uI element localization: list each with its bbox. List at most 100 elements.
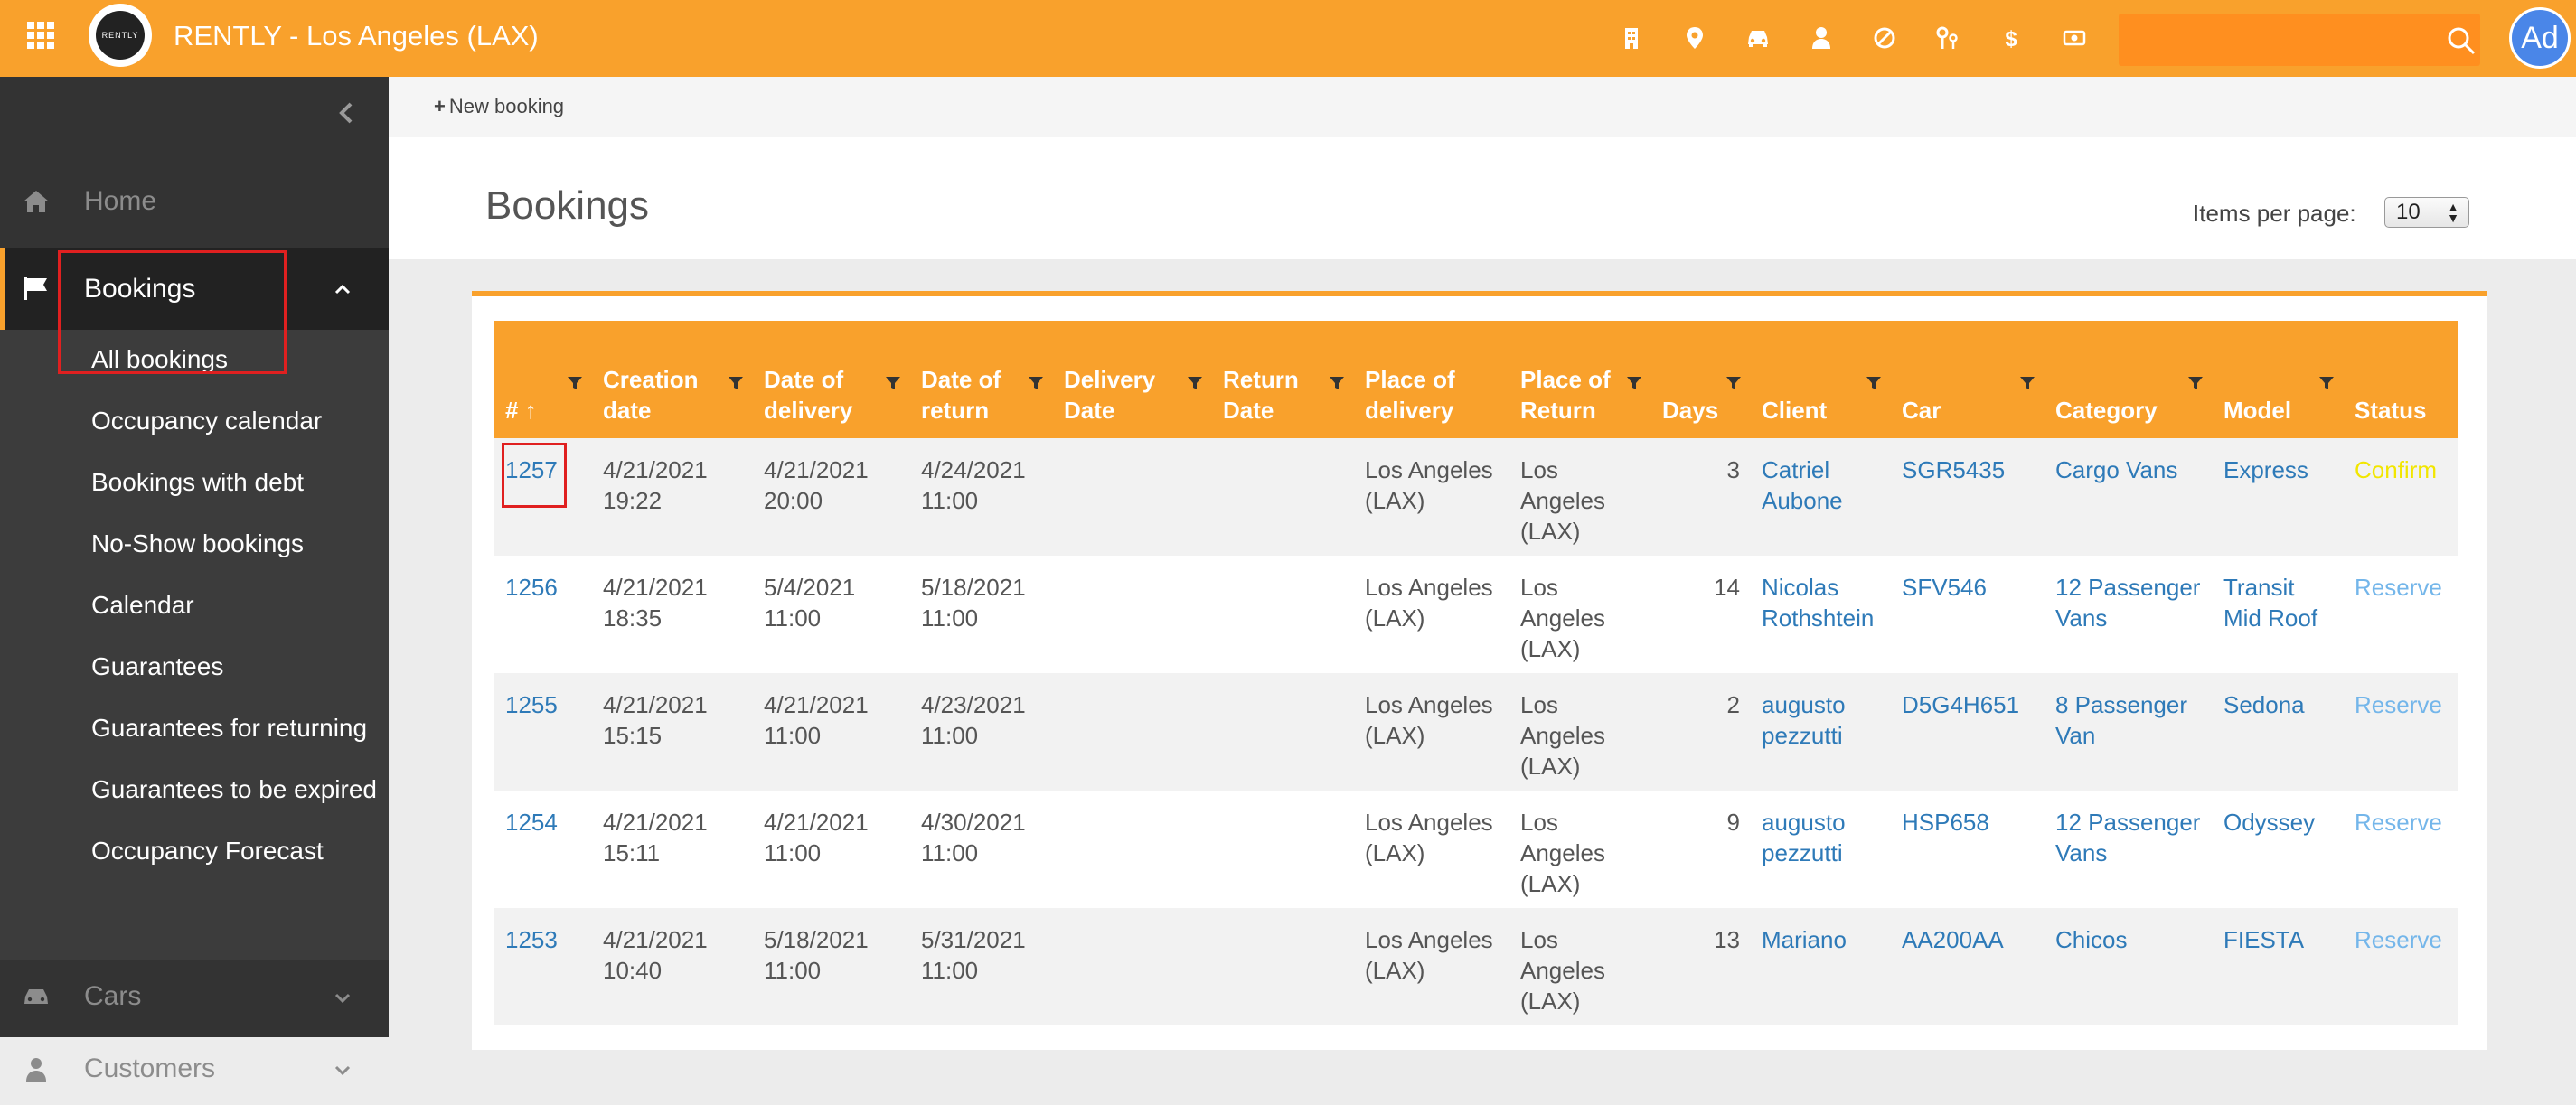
booking-id-link[interactable]: 1253 [505,926,558,953]
submenu-guarantees-to-be-expired[interactable]: Guarantees to be expired [91,775,377,804]
car-icon [24,989,48,1004]
column-header-place-of-return[interactable]: Place of Return [1509,321,1651,438]
search-input[interactable] [2119,14,2480,66]
sidebar-item-label: Cars [84,981,142,1011]
column-header-date-of-return[interactable]: Date of return [910,321,1053,438]
filter-icon[interactable] [1866,368,1882,389]
sidebar-item-home[interactable]: Home [0,165,389,238]
filter-icon[interactable] [2187,368,2204,389]
chevron-down-icon[interactable] [331,1058,354,1082]
column-header-status[interactable]: Status [2344,321,2458,438]
column-header-id[interactable]: # ↑ [494,321,592,438]
user-avatar[interactable]: Ad [2509,7,2571,69]
submenu-guarantees-for-returning[interactable]: Guarantees for returning [91,714,367,743]
submenu-occupancy-forecast[interactable]: Occupancy Forecast [91,837,324,866]
booking-id-link[interactable]: 1256 [505,574,558,601]
column-header-client[interactable]: Client [1751,321,1891,438]
submenu-guarantees[interactable]: Guarantees [91,652,223,681]
dollar-icon[interactable]: $ [1979,20,2043,56]
car-link[interactable]: SGR5435 [1902,456,2005,483]
cell-place-of-delivery: Los Angeles (LAX) [1365,809,1493,866]
new-booking-button[interactable]: + New booking [434,95,564,118]
car-link[interactable]: D5G4H651 [1902,691,2019,718]
client-link[interactable]: Mariano [1762,926,1847,953]
column-header-date-of-delivery[interactable]: Date of delivery [753,321,910,438]
column-header-category[interactable]: Category [2045,321,2213,438]
cell-status: Reserve [2344,556,2458,673]
category-link[interactable]: 12 Passenger Vans [2055,809,2200,866]
user-icon[interactable] [1790,20,1853,56]
search-icon[interactable] [2446,25,2477,56]
sidebar-item-label: Customers [84,1053,216,1083]
table-row: 1257 4/21/2021 19:22 4/21/2021 20:00 4/2… [494,438,2458,556]
booking-id-link[interactable]: 1255 [505,691,558,718]
submenu-bookings-with-debt[interactable]: Bookings with debt [91,468,304,497]
column-header-return-date[interactable]: Return Date [1212,321,1354,438]
cell-place-of-delivery: Los Angeles (LAX) [1365,691,1493,749]
submenu-occupancy-calendar[interactable]: Occupancy calendar [91,407,322,435]
filter-icon[interactable] [2019,368,2035,389]
client-link[interactable]: Catriel Aubone [1762,456,1843,514]
submenu-no-show-bookings[interactable]: No-Show bookings [91,529,304,558]
cash-icon[interactable] [2043,20,2106,56]
client-link[interactable]: Nicolas Rothshtein [1762,574,1874,632]
map-pin-icon[interactable] [1663,20,1726,56]
filter-icon[interactable] [1028,368,1044,389]
client-link[interactable]: augusto pezzutti [1762,809,1846,866]
cell-date-of-return: 4/24/2021 11:00 [921,456,1026,514]
column-header-creation-date[interactable]: Creation date [592,321,753,438]
model-link[interactable]: Sedona [2223,691,2305,718]
column-header-car[interactable]: Car [1891,321,2045,438]
company-logo[interactable]: RENTLY [89,4,152,67]
filter-icon[interactable] [1329,368,1345,389]
car-link[interactable]: SFV546 [1902,574,1987,601]
category-link[interactable]: 8 Passenger Van [2055,691,2187,749]
apps-grid-icon[interactable] [27,22,54,49]
keys-icon[interactable] [1916,20,1979,56]
cell-place-of-delivery: Los Angeles (LAX) [1365,574,1493,632]
chevron-up-icon[interactable] [331,277,354,301]
items-per-page-select[interactable]: 10 ▲ ▼ [2384,197,2469,228]
category-link[interactable]: Chicos [2055,926,2127,953]
booking-id-link[interactable]: 1254 [505,809,558,836]
column-header-label: Return Date [1223,366,1299,424]
items-per-page-value: 10 [2396,200,2421,224]
flag-icon [24,277,47,300]
filter-icon[interactable] [1725,368,1742,389]
filter-icon[interactable] [885,368,901,389]
sidebar-item-customers[interactable]: Customers [0,1033,389,1105]
model-link[interactable]: Express [2223,456,2308,483]
collapse-sidebar-icon[interactable] [333,99,360,126]
column-header-days[interactable]: Days [1651,321,1751,438]
plus-icon: + [434,95,446,117]
model-link[interactable]: FIESTA [2223,926,2304,953]
filter-icon[interactable] [728,368,744,389]
filter-icon[interactable] [1626,368,1642,389]
submenu-calendar[interactable]: Calendar [91,591,194,620]
building-icon[interactable] [1600,20,1663,56]
filter-icon[interactable] [2318,368,2335,389]
column-header-delivery-date[interactable]: Delivery Date [1053,321,1212,438]
column-header-place-of-delivery[interactable]: Place of delivery [1354,321,1509,438]
select-arrows-icon: ▲ ▼ [2447,200,2459,225]
column-header-label: Status [2355,397,2427,424]
ban-icon[interactable] [1853,20,1916,56]
filter-icon[interactable] [1187,368,1203,389]
car-icon[interactable] [1726,20,1790,56]
column-header-model[interactable]: Model [2213,321,2344,438]
sidebar-item-label: Home [84,186,157,216]
top-nav-icons: $ [1600,20,2106,56]
category-link[interactable]: Cargo Vans [2055,456,2177,483]
category-link[interactable]: 12 Passenger Vans [2055,574,2200,632]
client-link[interactable]: augusto pezzutti [1762,691,1846,749]
bookings-table: # ↑ Creation date Date of delivery Date … [494,321,2458,1025]
model-link[interactable]: Transit Mid Roof [2223,574,2317,632]
sidebar-item-cars[interactable]: Cars [0,960,389,1033]
cell-date-of-delivery: 4/21/2021 11:00 [764,809,869,866]
cell-return-date [1212,438,1354,556]
chevron-down-icon[interactable] [331,986,354,1009]
car-link[interactable]: AA200AA [1902,926,2004,953]
model-link[interactable]: Odyssey [2223,809,2315,836]
car-link[interactable]: HSP658 [1902,809,1989,836]
filter-icon[interactable] [567,368,583,389]
